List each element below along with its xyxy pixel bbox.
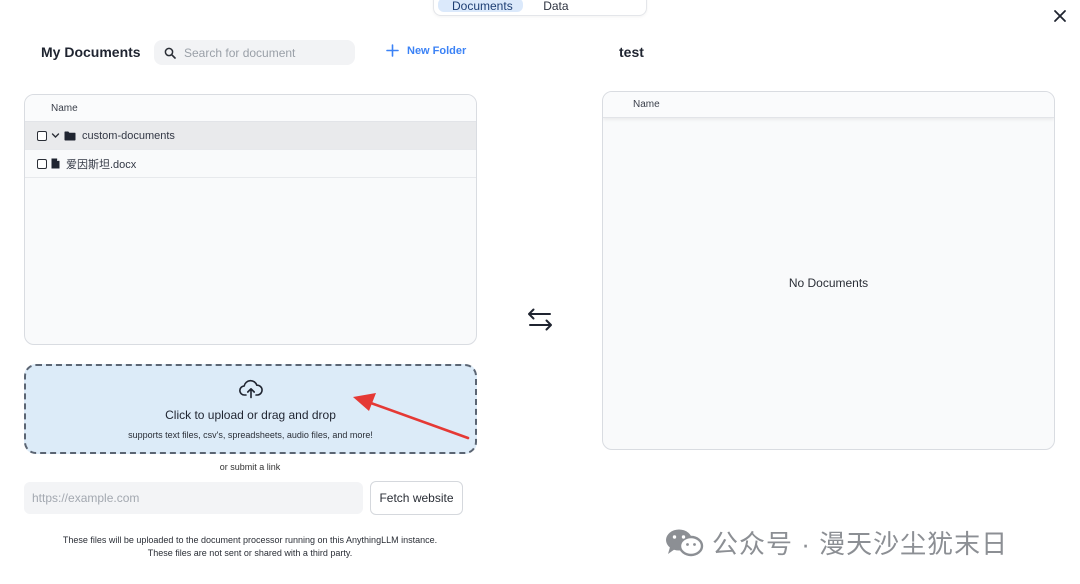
list-item[interactable]: custom-documents [25, 122, 476, 150]
select-checkbox[interactable] [37, 130, 47, 141]
select-checkbox[interactable] [37, 158, 47, 169]
search-box [154, 40, 355, 65]
search-input[interactable] [184, 45, 344, 60]
name-column-header: Name [25, 95, 476, 122]
folder-name: custom-documents [82, 129, 175, 142]
watermark-text: 公众号 · 漫天沙尘犹末日 [712, 529, 1009, 559]
file-icon [51, 158, 60, 169]
upload-subtitle: supports text files, csv's, spreadsheets… [128, 430, 373, 440]
watermark: 公众号 · 漫天沙尘犹末日 [664, 524, 1008, 561]
list-item[interactable]: 爱因斯坦.docx [25, 150, 476, 178]
upload-dropzone[interactable]: Click to upload or drag and drop support… [24, 364, 477, 454]
or-submit-link-text: or submit a link [219, 462, 281, 472]
cloud-upload-icon [239, 379, 263, 399]
name-column-label: Name [51, 102, 78, 114]
wechat-icon [666, 529, 704, 556]
workspace-title: test [619, 44, 644, 60]
workspace-documents-panel: Name No Documents [602, 91, 1055, 450]
name-column-label: Name [633, 99, 660, 110]
tab-documents[interactable]: Documents [438, 0, 524, 12]
name-column-header: Name [603, 92, 1054, 118]
upload-notice: These files will be uploaded to the docu… [0, 534, 500, 560]
search-icon [164, 47, 176, 59]
swap-arrows-icon[interactable] [526, 305, 554, 333]
folder-icon [64, 131, 76, 141]
chevron-down-icon[interactable] [51, 131, 60, 140]
my-documents-panel: Name custom-documents 爱因斯坦.docx [24, 94, 477, 345]
empty-state-text: No Documents [788, 276, 869, 290]
new-folder-button[interactable]: New Folder [386, 44, 466, 57]
top-tabs: Documents Data Connectors [433, 0, 647, 16]
upload-title: Click to upload or drag and drop [165, 408, 336, 422]
url-input[interactable] [24, 482, 363, 514]
plus-icon [386, 44, 399, 57]
close-icon[interactable] [1052, 8, 1068, 24]
notice-line-2: These files are not sent or shared with … [147, 548, 353, 558]
file-name: 爱因斯坦.docx [66, 158, 137, 171]
notice-line-1: These files will be uploaded to the docu… [62, 535, 438, 545]
tab-data-connectors[interactable]: Data Connectors [529, 0, 642, 12]
my-documents-title: My Documents [41, 44, 141, 60]
new-folder-label: New Folder [407, 44, 467, 57]
fetch-website-button[interactable]: Fetch website [370, 481, 463, 515]
